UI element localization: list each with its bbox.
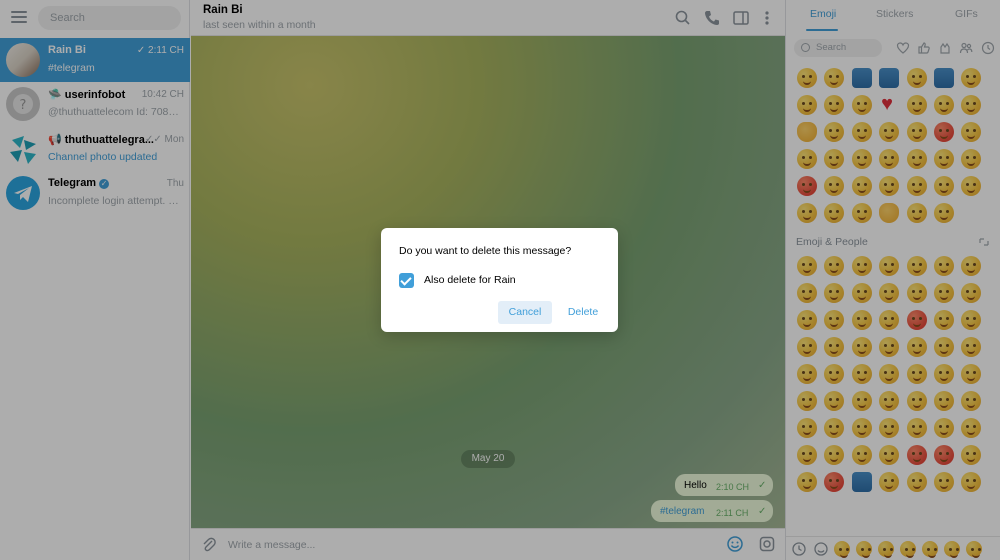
dialog-question: Do you want to delete this message?	[399, 245, 572, 257]
checkbox-label[interactable]: Also delete for Rain	[424, 274, 516, 286]
cancel-button[interactable]: Cancel	[498, 301, 552, 324]
telegram-app: Search Rain Bi ✓ 2:11 CH #telegram ? 🛸 u…	[0, 0, 1000, 560]
delete-message-dialog: Do you want to delete this message? Also…	[381, 228, 618, 332]
delete-button[interactable]: Delete	[559, 301, 607, 324]
also-delete-checkbox[interactable]	[399, 273, 414, 288]
